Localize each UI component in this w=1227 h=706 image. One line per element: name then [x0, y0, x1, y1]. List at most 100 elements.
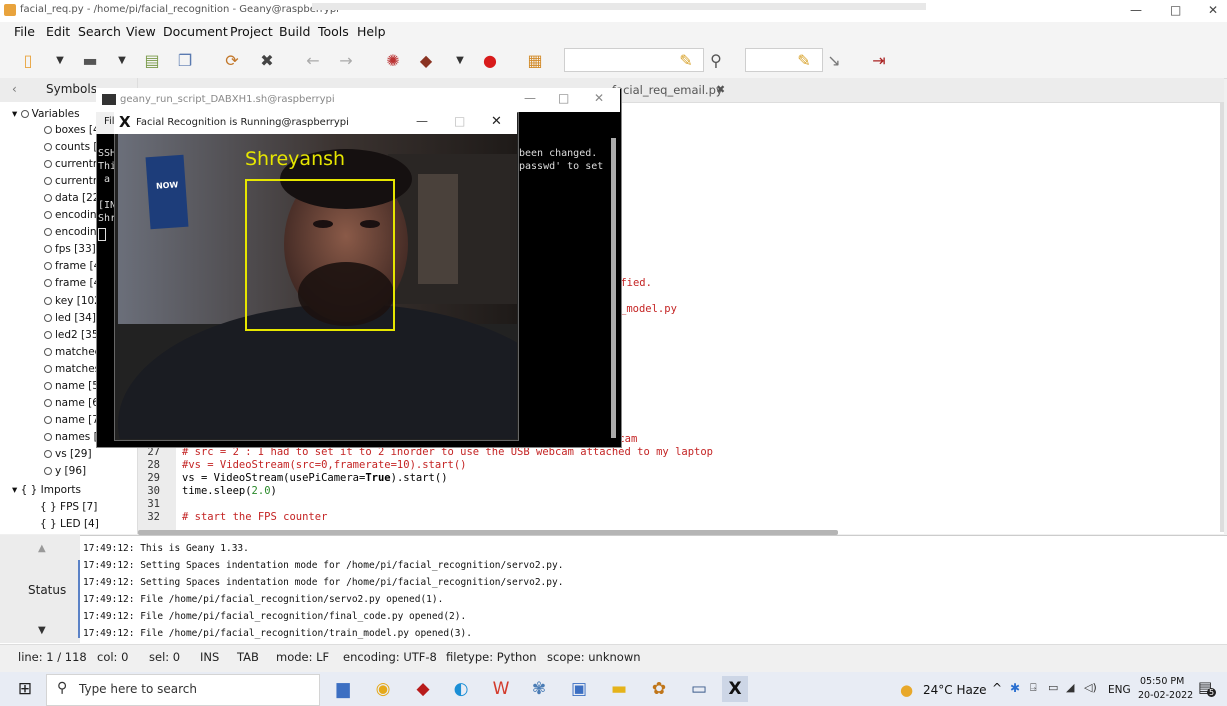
back-icon[interactable]: ←: [303, 50, 323, 70]
menu-project[interactable]: Project: [230, 24, 273, 39]
tree-item-variable[interactable]: led [34]: [44, 312, 96, 329]
tree-item-variable[interactable]: name [5: [44, 380, 99, 397]
tree-item-variable[interactable]: currentn: [44, 175, 100, 192]
scroll-up-icon[interactable]: ▲: [38, 543, 46, 554]
wifi-icon[interactable]: ◢: [1066, 681, 1074, 694]
tree-item[interactable]: { } FPS [7]: [40, 501, 97, 518]
windows-start-icon[interactable]: ⊞: [12, 676, 38, 702]
save-icon[interactable]: ▤: [142, 50, 162, 70]
tree-item-variable[interactable]: frame [4: [44, 277, 100, 294]
folder-icon[interactable]: ▬: [606, 676, 632, 702]
tab-status[interactable]: Status: [28, 583, 66, 597]
tree-item-variable[interactable]: data [22]: [44, 192, 104, 209]
clock-time[interactable]: 05:50 PM: [1140, 676, 1184, 687]
build-dropdown-icon[interactable]: ▼: [450, 50, 470, 70]
terminal-scrollbar[interactable]: [611, 138, 616, 438]
facial-close-button[interactable]: ✕: [491, 114, 502, 129]
x-server-taskbar-icon[interactable]: X: [722, 676, 748, 702]
tree-item-variable[interactable]: currentn: [44, 158, 100, 175]
app-icon-blue[interactable]: ✾: [526, 676, 552, 702]
menu-document[interactable]: Document: [163, 24, 228, 39]
wps-icon[interactable]: W: [488, 676, 514, 702]
menu-build[interactable]: Build: [279, 24, 310, 39]
forward-icon[interactable]: →: [336, 50, 356, 70]
save-all-icon[interactable]: ❐: [175, 50, 195, 70]
goto-line-icon[interactable]: ↘: [824, 50, 844, 70]
quit-icon[interactable]: ⇥: [869, 50, 889, 70]
clear-goto-icon[interactable]: ✎: [794, 50, 814, 70]
taskbar-search-box[interactable]: ⚲ Type here to search: [46, 674, 320, 706]
geany-taskbar-icon[interactable]: ✿: [646, 676, 672, 702]
tree-item-variable[interactable]: y [96]: [44, 465, 86, 482]
tab-close-icon[interactable]: ✖: [716, 83, 725, 96]
tree-item-variable[interactable]: encoding: [44, 209, 103, 226]
scroll-down-icon[interactable]: ▼: [38, 625, 46, 636]
chrome-icon[interactable]: ◉: [370, 676, 396, 702]
tree-item-variable[interactable]: matches: [44, 363, 100, 380]
bluetooth-icon[interactable]: ✱: [1010, 681, 1020, 695]
language-indicator[interactable]: ENG: [1108, 684, 1131, 696]
tree-item-variable[interactable]: led2 [35]: [44, 329, 103, 346]
build-icon[interactable]: ◆: [416, 50, 436, 70]
tree-item[interactable]: { } LED [4]: [40, 518, 99, 535]
collapse-icon[interactable]: ▾: [12, 484, 21, 496]
tree-item-variable[interactable]: matched: [44, 346, 101, 363]
tree-item-variable[interactable]: fps [33]: [44, 243, 96, 260]
tray-expand-icon[interactable]: ^: [992, 681, 1002, 695]
menu-edit[interactable]: Edit: [46, 24, 70, 39]
camera-feed: NOW Shreyansh: [118, 134, 517, 439]
usb-icon[interactable]: ⍈: [1030, 681, 1037, 695]
clear-search-icon[interactable]: ✎: [676, 50, 696, 70]
tree-item-variable[interactable]: boxes [4: [44, 124, 100, 141]
tree-item-variable[interactable]: frame [4: [44, 260, 100, 277]
edge-icon[interactable]: ◐: [448, 676, 474, 702]
new-file-icon[interactable]: ▯: [18, 50, 38, 70]
close-button[interactable]: ✕: [1208, 3, 1218, 17]
photos-icon[interactable]: ▣: [566, 676, 592, 702]
menu-help[interactable]: Help: [357, 24, 386, 39]
terminal-taskbar-icon[interactable]: ▭: [686, 676, 712, 702]
file-explorer-app-icon[interactable]: ▆: [330, 676, 356, 702]
tab-facial-req-email[interactable]: facial_req_email.py: [612, 83, 723, 97]
status-ins: INS: [200, 650, 220, 664]
terminal-close-button[interactable]: ✕: [594, 91, 604, 105]
search-icon[interactable]: ⚲: [706, 50, 726, 70]
tab-scroll-left-icon[interactable]: ‹: [12, 82, 17, 96]
revert-icon[interactable]: ⟳: [222, 50, 242, 70]
volume-icon[interactable]: ◁): [1084, 681, 1097, 694]
battery-icon[interactable]: ▭: [1048, 681, 1058, 694]
notification-center-icon[interactable]: ▤ 5: [1198, 678, 1217, 698]
tree-item-variable[interactable]: key [102: [44, 295, 101, 312]
facial-maximize-button[interactable]: □: [454, 114, 465, 128]
compile-icon[interactable]: ✺: [383, 50, 403, 70]
tree-item-variable[interactable]: name [7: [44, 414, 99, 431]
app-icon-red[interactable]: ◆: [410, 676, 436, 702]
color-chooser-icon[interactable]: ▦: [525, 50, 545, 70]
menu-bar: File Edit Search View Document Project B…: [0, 22, 1227, 42]
tree-imports-header[interactable]: ▾ { } Imports: [12, 484, 81, 501]
menu-file[interactable]: File: [14, 24, 35, 39]
open-dropdown-icon[interactable]: ▼: [112, 50, 132, 70]
clock-date[interactable]: 20-02-2022: [1138, 690, 1193, 701]
terminal-minimize-button[interactable]: —: [524, 91, 536, 105]
tree-item-variable[interactable]: vs [29]: [44, 448, 92, 465]
maximize-button[interactable]: □: [1170, 3, 1181, 17]
new-dropdown-icon[interactable]: ▼: [50, 50, 70, 70]
terminal-menu-file[interactable]: Fil: [104, 116, 115, 127]
facial-minimize-button[interactable]: —: [416, 114, 428, 128]
execute-icon[interactable]: ●: [480, 50, 500, 70]
menu-tools[interactable]: Tools: [318, 24, 349, 39]
tree-item-variable[interactable]: encoding: [44, 226, 103, 243]
terminal-maximize-button[interactable]: □: [558, 91, 569, 105]
close-file-icon[interactable]: ✖: [257, 50, 277, 70]
weather-text[interactable]: 24°C Haze: [923, 683, 987, 697]
open-file-icon[interactable]: ▬: [80, 50, 100, 70]
vertical-scrollbar[interactable]: [1220, 102, 1224, 532]
menu-view[interactable]: View: [126, 24, 156, 39]
menu-search[interactable]: Search: [78, 24, 121, 39]
tab-symbols[interactable]: Symbols: [46, 82, 97, 96]
tree-item-variable[interactable]: name [6: [44, 397, 99, 414]
minimize-button[interactable]: —: [1130, 3, 1142, 17]
collapse-icon[interactable]: ▾: [12, 108, 21, 120]
tree-variables-header[interactable]: ▾ Variables: [12, 108, 80, 125]
